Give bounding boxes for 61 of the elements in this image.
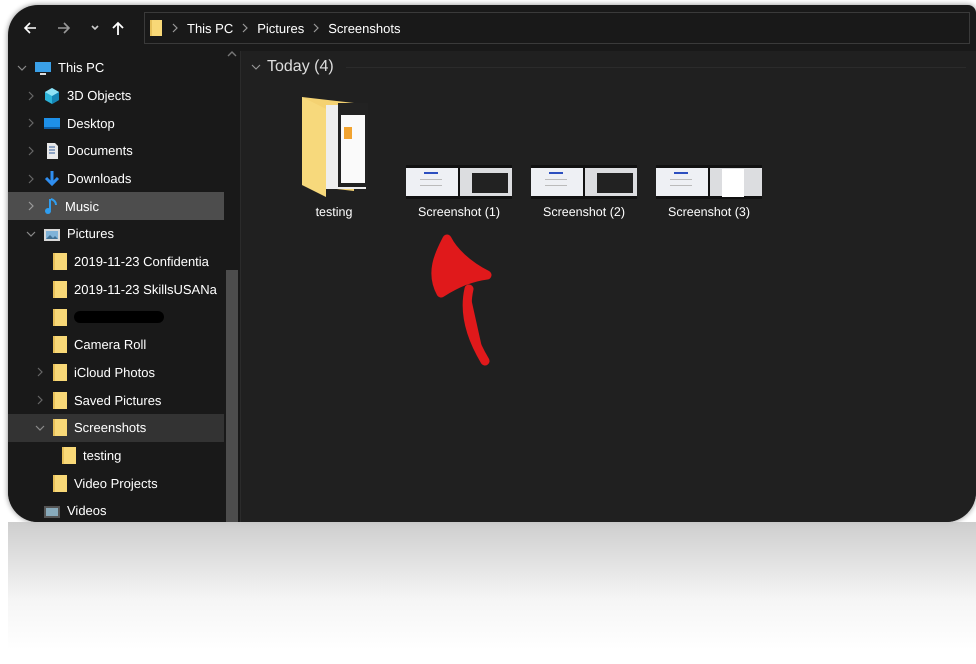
expand-chevron-icon[interactable] (26, 174, 36, 184)
back-icon[interactable] (22, 20, 38, 36)
tree-item[interactable]: Desktop (8, 109, 224, 138)
breadcrumb-chevron-icon (241, 23, 250, 33)
breadcrumb[interactable]: This PC (187, 20, 234, 36)
folder-icon (149, 19, 163, 37)
expand-chevron-icon[interactable] (26, 146, 36, 156)
tree-item[interactable]: Screenshots (8, 414, 224, 442)
folder-icon (52, 252, 68, 272)
tree-item[interactable]: This PC (8, 54, 224, 82)
collapse-chevron-icon[interactable] (251, 62, 261, 72)
tree-item[interactable]: Downloads (8, 164, 224, 192)
music-note-icon (43, 197, 59, 216)
file-name[interactable]: Screenshot (1) (418, 205, 500, 219)
file-name[interactable]: Screenshot (2) (543, 205, 625, 219)
breadcrumb-chevron-icon (171, 23, 179, 33)
tree-item[interactable]: iCloud Photos (8, 358, 224, 386)
breadcrumb-chevron-icon (312, 23, 320, 33)
scroll-up-icon[interactable] (227, 51, 237, 57)
tree-item[interactable]: 2019-11-23 SkillsUSANa (8, 276, 224, 304)
breadcrumb[interactable]: Pictures (257, 20, 304, 36)
tree-item[interactable]: Pictures (8, 220, 224, 248)
tree-item[interactable]: Saved Pictures (8, 386, 224, 414)
breadcrumb[interactable]: Screenshots (328, 20, 400, 36)
up-arrow-icon[interactable] (110, 20, 126, 36)
collapse-chevron-icon[interactable] (35, 422, 45, 433)
folder-icon (52, 390, 68, 410)
tree-item[interactable]: 3D Objects (8, 82, 224, 110)
dropdown-caret-icon[interactable] (90, 23, 100, 33)
group-header[interactable]: Today (4) (267, 58, 334, 76)
computer-icon (34, 60, 52, 76)
address-bar[interactable]: This PC Pictures Screenshots (144, 12, 970, 44)
expand-chevron-icon[interactable] (35, 395, 45, 406)
collapse-chevron-icon[interactable] (17, 62, 27, 73)
file-name[interactable]: Screenshot (3) (668, 205, 750, 219)
expand-chevron-icon[interactable] (26, 118, 36, 128)
expand-chevron-icon[interactable] (35, 367, 45, 378)
folder-icon (52, 474, 68, 493)
collapse-chevron-icon[interactable] (26, 228, 36, 239)
expand-chevron-icon[interactable] (26, 90, 36, 101)
folder-icon (52, 280, 68, 299)
download-arrow-icon (43, 170, 61, 188)
tree-item[interactable]: Music (8, 192, 224, 220)
folder-icon (52, 362, 68, 382)
folder-icon (52, 335, 68, 354)
folder-icon (52, 418, 68, 438)
folder-icon (61, 446, 77, 465)
tree-item[interactable]: Documents (8, 137, 224, 165)
tree-item[interactable]: Video Projects (8, 469, 224, 497)
tree-item[interactable]: Camera Roll (8, 330, 224, 359)
tree-item[interactable]: 2019-11-23 Confidentia (8, 248, 224, 276)
file-name[interactable]: testing (316, 205, 352, 219)
scrollbar[interactable] (224, 51, 240, 522)
cube-icon (43, 86, 61, 105)
folder-icon (52, 308, 68, 327)
tree-item[interactable]: Videos (8, 497, 224, 522)
expand-chevron-icon[interactable] (26, 201, 36, 212)
scrollbar-thumb[interactable] (226, 270, 238, 522)
monitor-icon (43, 115, 61, 132)
forward-icon[interactable] (56, 20, 72, 36)
tree-item[interactable]: testing (8, 442, 224, 470)
